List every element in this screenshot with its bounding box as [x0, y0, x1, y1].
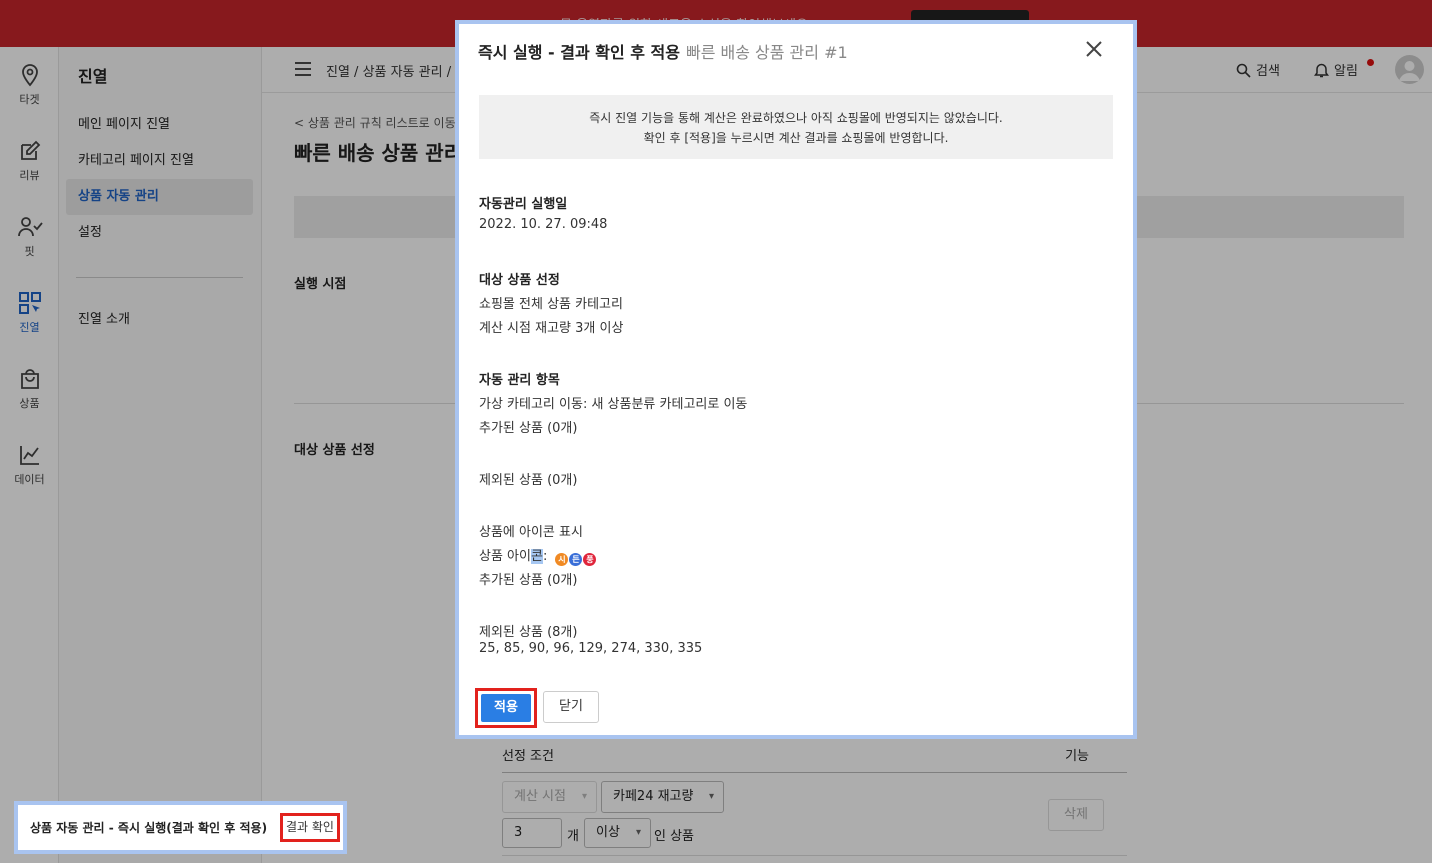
exec-date-label: 자동관리 실행일 — [479, 197, 568, 212]
notice-line-1: 즉시 진열 기능을 통해 계산은 완료하였으나 아직 쇼핑몰에 반영되지는 않았… — [589, 111, 1003, 125]
notice-line-2: 확인 후 [적용]을 누르시면 계산 결과를 쇼핑몰에 반영합니다. — [643, 131, 949, 145]
badge-icon: 시 — [555, 553, 569, 566]
modal-notice: 즉시 진열 기능을 통해 계산은 완료하였으나 아직 쇼핑몰에 반영되지는 않았… — [479, 95, 1113, 159]
icon-item-title: 상품에 아이콘 표시 — [479, 525, 583, 540]
icon-label-a: 상품 아이 — [479, 549, 531, 564]
vcat-removed: 제외된 상품 (0개) — [479, 473, 578, 488]
icon-label-c: : — [542, 549, 548, 564]
modal-subtitle: 빠른 배송 상품 관리 #1 — [685, 43, 848, 62]
target-label: 대상 상품 선정 — [479, 273, 560, 288]
toast-text: 상품 자동 관리 - 즉시 실행(결과 확인 후 적용) — [30, 821, 268, 835]
close-icon[interactable] — [1085, 40, 1103, 58]
apply-button[interactable]: 적용 — [481, 694, 531, 722]
icon-label-highlight: 콘 — [530, 549, 543, 564]
badge-icon: 든 — [569, 553, 583, 566]
modal-title-text: 즉시 실행 - 결과 확인 후 적용 — [478, 43, 680, 62]
vcat-added: 추가된 상품 (0개) — [479, 421, 578, 436]
view-result-button[interactable]: 결과 확인 — [280, 813, 340, 842]
target-line-1: 쇼핑몰 전체 상품 카테고리 — [479, 297, 623, 312]
result-modal: 즉시 실행 - 결과 확인 후 적용 빠른 배송 상품 관리 #1 즉시 진열 기… — [459, 24, 1133, 735]
vcat-item: 가상 카테고리 이동: 새 상품분류 카테고리로 이동 — [479, 397, 748, 412]
removed-ids: 25, 85, 90, 96, 129, 274, 330, 335 — [479, 641, 703, 656]
items-label: 자동 관리 항목 — [479, 373, 560, 388]
task-toast: 상품 자동 관리 - 즉시 실행(결과 확인 후 적용) 결과 확인 — [14, 801, 347, 854]
badge-icon: 풍 — [583, 553, 597, 566]
target-line-2: 계산 시점 재고량 3개 이상 — [479, 321, 624, 336]
icon-added: 추가된 상품 (0개) — [479, 573, 578, 588]
close-button[interactable]: 닫기 — [543, 691, 599, 723]
modal-highlight-frame: 즉시 실행 - 결과 확인 후 적용 빠른 배송 상품 관리 #1 즉시 진열 기… — [455, 20, 1137, 739]
icon-item-row: 상품 아이콘: 시든풍 — [479, 545, 597, 566]
apply-highlight: 적용 — [475, 688, 537, 728]
icon-removed: 제외된 상품 (8개) — [479, 625, 578, 640]
modal-title: 즉시 실행 - 결과 확인 후 적용 빠른 배송 상품 관리 #1 — [478, 39, 848, 63]
exec-date-value: 2022. 10. 27. 09:48 — [479, 217, 608, 232]
